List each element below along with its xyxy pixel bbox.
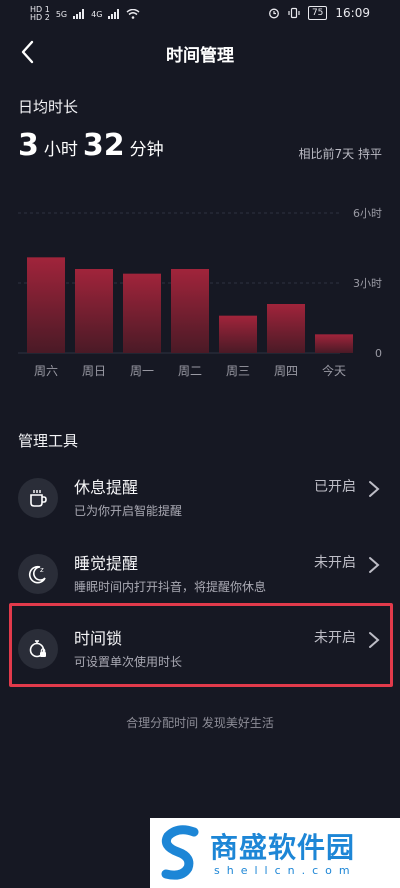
sleep-reminder-status: 未开启 (314, 555, 356, 571)
signal-icon-2 (108, 9, 120, 19)
rest-icon-badge (18, 478, 58, 518)
sim-tag-2: HD 2 (30, 13, 50, 22)
bar-6 (315, 334, 353, 353)
status-right: 75 16:09 (268, 6, 370, 20)
tools-section-title: 管理工具 (18, 432, 79, 450)
clock: 16:09 (335, 6, 370, 20)
comparison-text: 相比前7天 持平 (298, 147, 382, 161)
watermark: 商盛软件园 shellcn.com (150, 818, 400, 888)
signal-label-1: 5G (55, 9, 68, 19)
bar-2 (123, 273, 161, 353)
x-tick-label: 周一 (130, 364, 154, 378)
daily-average-value: 3 小时 32 分钟 (18, 128, 164, 163)
bar-4 (219, 315, 257, 353)
rest-reminder-title: 休息提醒 (74, 478, 139, 497)
watermark-subtitle: shellcn.com (214, 864, 357, 877)
daily-average-label: 日均时长 (18, 98, 79, 116)
alarm-icon (269, 8, 279, 19)
y-tick-label: 3小时 (353, 277, 382, 290)
rest-reminder-subtitle: 已为你开启智能提醒 (74, 504, 183, 518)
footer-slogan: 合理分配时间 发现美好生活 (126, 716, 274, 730)
hours-unit: 小时 (43, 140, 78, 160)
hours-value: 3 (18, 128, 39, 163)
rest-reminder-status: 已开启 (314, 479, 356, 495)
bar-1 (75, 269, 113, 353)
x-tick-label: 今天 (322, 363, 346, 378)
moon-icon: z (29, 565, 46, 584)
minutes-unit: 分钟 (129, 140, 164, 160)
svg-text:z: z (40, 566, 44, 574)
x-tick-label: 周三 (226, 364, 250, 378)
bar-3 (171, 269, 209, 353)
sleep-icon-badge: z (18, 554, 58, 594)
x-tick-label: 周四 (274, 364, 298, 378)
y-tick-label: 0 (375, 347, 382, 360)
page-title: 时间管理 (166, 46, 234, 66)
battery-level: 75 (307, 6, 328, 20)
usage-bar-chart: 6小时 3小时 0 周六 周日 周一 周二 周三 周四 今天 (18, 207, 382, 378)
watermark-title: 商盛软件园 (210, 831, 356, 864)
wifi-icon (126, 9, 140, 19)
x-tick-label: 周六 (34, 364, 58, 378)
bar-5 (267, 304, 305, 353)
coffee-cup-icon (30, 490, 47, 507)
y-tick-label: 6小时 (353, 207, 382, 220)
highlight-box (9, 603, 393, 687)
signal-label-2: 4G (91, 9, 103, 19)
signal-icon (73, 9, 85, 19)
minutes-value: 32 (82, 128, 125, 163)
rest-reminder-item[interactable]: 休息提醒 已为你开启智能提醒 已开启 (14, 466, 388, 538)
bar-0 (27, 257, 65, 353)
sleep-reminder-title: 睡觉提醒 (74, 554, 139, 573)
sleep-reminder-subtitle: 睡眠时间内打开抖音，将提醒你休息 (74, 580, 267, 594)
x-tick-label: 周日 (82, 364, 106, 378)
sim-tags: HD 1 HD 2 (30, 6, 50, 22)
chevron-right-icon (369, 481, 380, 497)
status-bar: HD 1 HD 2 5G 4G 75 16:09 (0, 0, 400, 28)
x-tick-label: 周二 (178, 364, 202, 378)
chevron-right-icon (369, 557, 380, 573)
status-left: HD 1 HD 2 5G 4G (30, 6, 140, 22)
vibrate-icon (288, 7, 300, 19)
top-bar: 时间管理 (0, 32, 400, 72)
watermark-logo-icon (161, 825, 199, 880)
